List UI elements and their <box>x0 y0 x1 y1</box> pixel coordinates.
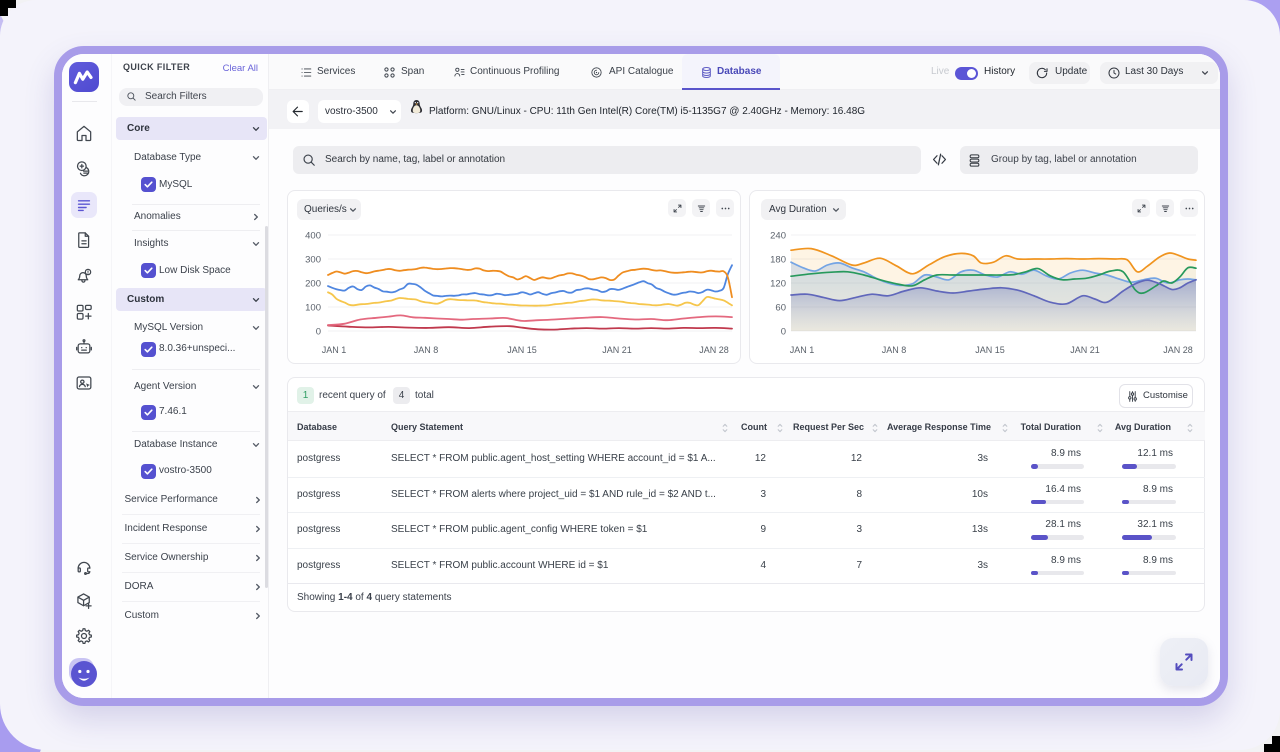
svg-text:60: 60 <box>775 303 786 314</box>
svg-text:400: 400 <box>305 231 321 242</box>
svg-text:200: 200 <box>305 279 321 290</box>
svg-text:JAN 1: JAN 1 <box>322 345 347 355</box>
svg-text:0: 0 <box>781 327 786 338</box>
svg-text:JAN 21: JAN 21 <box>602 345 632 355</box>
svg-text:JAN 15: JAN 15 <box>507 345 537 355</box>
svg-text:240: 240 <box>770 231 786 242</box>
svg-text:120: 120 <box>770 279 786 290</box>
svg-text:100: 100 <box>305 303 321 314</box>
svg-text:JAN 28: JAN 28 <box>1163 345 1193 355</box>
svg-text:0: 0 <box>316 327 321 338</box>
svg-text:JAN 8: JAN 8 <box>414 345 439 355</box>
svg-text:JAN 21: JAN 21 <box>1070 345 1100 355</box>
svg-text:JAN 28: JAN 28 <box>699 345 729 355</box>
svg-text:JAN 8: JAN 8 <box>882 345 907 355</box>
svg-text:JAN 15: JAN 15 <box>975 345 1005 355</box>
svg-text:JAN 1: JAN 1 <box>790 345 815 355</box>
svg-text:180: 180 <box>770 255 786 266</box>
svg-text:300: 300 <box>305 255 321 266</box>
